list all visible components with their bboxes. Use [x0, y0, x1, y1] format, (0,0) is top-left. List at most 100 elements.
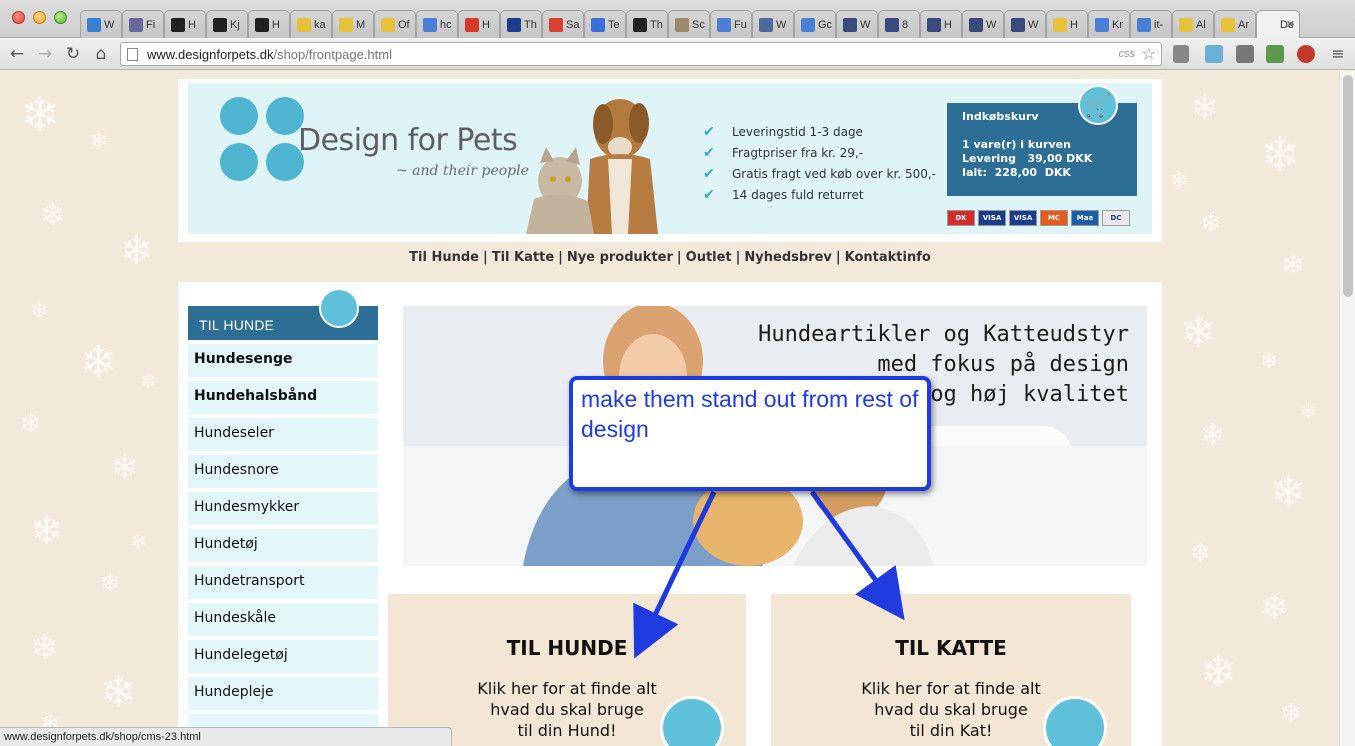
nav-link[interactable]: Til Hunde [409, 250, 479, 265]
sidebar-item[interactable]: Hundeskåle [188, 603, 378, 636]
browser-tab[interactable]: H [248, 10, 290, 38]
nav-link[interactable]: Nye produkter [567, 250, 673, 265]
menu-icon[interactable]: ≡ [1327, 44, 1349, 64]
sidebar-item[interactable]: Hundelegetøj [188, 640, 378, 673]
home-icon[interactable]: ⌂ [90, 44, 112, 64]
cart-icon[interactable]: 🛒 [1078, 85, 1118, 125]
nav-link[interactable]: Nyhedsbrev [744, 250, 831, 265]
browser-tab[interactable]: Ar [1214, 10, 1256, 38]
extension-icon[interactable] [1297, 45, 1315, 63]
browser-tab[interactable]: W [1004, 10, 1046, 38]
address-bar[interactable]: www.designforpets.dk/shop/frontpage.html… [120, 42, 1162, 66]
tab-title: M [356, 18, 366, 31]
browser-tab[interactable]: it- [1130, 10, 1172, 38]
logo-title[interactable]: Design for Pets [298, 123, 518, 158]
forward-arrow-icon[interactable]: → [34, 44, 56, 64]
snowflake-icon: ❄ [1260, 588, 1289, 628]
checkmark-icon: ✔ [703, 186, 715, 203]
browser-tab[interactable]: Th [500, 10, 542, 38]
reload-icon[interactable]: ↻ [62, 44, 84, 64]
browser-tab[interactable]: W [962, 10, 1004, 38]
scrollbar-thumb[interactable] [1343, 75, 1353, 297]
tab-title: W [860, 18, 871, 31]
sidebar-item[interactable]: Hundepleje [188, 677, 378, 710]
browser-tab[interactable]: Al [1172, 10, 1214, 38]
browser-tab[interactable]: W [80, 10, 122, 38]
browser-tab[interactable]: 8 [878, 10, 920, 38]
payment-card-icon: VISA [1009, 210, 1037, 226]
browser-tab[interactable]: H [164, 10, 206, 38]
browser-tab[interactable]: ka [290, 10, 332, 38]
vertical-scrollbar[interactable] [1339, 71, 1355, 746]
annotation-text: make them stand out from rest of design [581, 386, 919, 442]
shopping-cart-box[interactable]: 🛒 Indkøbskurv 1 vare(r) i kurven Leverin… [947, 85, 1137, 196]
browser-tab[interactable]: M [332, 10, 374, 38]
tab-title: H [188, 18, 196, 31]
tab-title: Kj [230, 18, 240, 31]
usp-item: ✔ Gratis fragt ved køb over kr. 500,- [703, 163, 936, 184]
sidebar-item[interactable]: Hundetøj [188, 529, 378, 562]
sidebar-item[interactable]: Hundesmykker [188, 492, 378, 525]
wrench-icon[interactable] [1173, 45, 1189, 63]
bookmark-star-icon[interactable]: ☆ [1142, 44, 1156, 63]
sidebar-item[interactable]: Hundeseler [188, 418, 378, 451]
snowflake-icon: ❄ [1260, 349, 1279, 374]
browser-tab[interactable]: Sa [542, 10, 584, 38]
tab-title: Th [524, 18, 537, 31]
browser-tab[interactable]: Kj [206, 10, 248, 38]
tab-favicon-icon [801, 17, 815, 32]
tab-strip: W Fi H Kj Hka M Of hc H Th Sa Te Th Sc Fu W Gc W 8 H W W H Kr it… [80, 10, 1300, 38]
back-arrow-icon[interactable]: ← [6, 44, 28, 64]
snowflake-icon: ❄ [1280, 699, 1302, 729]
promo-cats-heading: TIL KATTE [895, 636, 1007, 660]
browser-tab[interactable]: De ✕ [1256, 10, 1300, 38]
snowflake-icon: ❄ [100, 569, 121, 597]
sidebar-item[interactable]: Hundesenge [188, 344, 378, 377]
nav-link[interactable]: Outlet [686, 250, 732, 265]
browser-tab[interactable]: H [458, 10, 500, 38]
tab-title: Th [650, 18, 663, 31]
promo-dogs[interactable]: TIL HUNDE Klik her for at finde alt hvad … [388, 594, 746, 746]
browser-tab[interactable]: Fi [122, 10, 164, 38]
extension-icon[interactable] [1266, 45, 1284, 63]
usp-text: 14 dages fuld returret [732, 187, 864, 202]
css-extension-label[interactable]: css [1119, 48, 1136, 60]
browser-tab[interactable]: Th [626, 10, 668, 38]
tab-favicon-icon [1137, 17, 1151, 32]
browser-tab[interactable]: Kr [1088, 10, 1130, 38]
browser-tab[interactable]: Fu [710, 10, 752, 38]
browser-tab-bar: W Fi H Kj Hka M Of hc H Th Sa Te Th Sc Fu W Gc W 8 H W W H Kr it… [0, 0, 1355, 38]
window-minimize-button[interactable] [33, 11, 46, 24]
sidebar-item[interactable]: Hundetransport [188, 566, 378, 599]
extension-icon[interactable] [1236, 45, 1254, 63]
window-close-button[interactable] [12, 11, 25, 24]
tab-title: W [776, 18, 787, 31]
tab-title: it- [1154, 18, 1164, 31]
tab-close-icon[interactable]: ✕ [1286, 18, 1295, 31]
browser-tab[interactable]: W [836, 10, 878, 38]
browser-tab[interactable]: Gc [794, 10, 836, 38]
tab-title: W [986, 18, 997, 31]
sidebar-item[interactable]: Hundehalsbånd [188, 381, 378, 414]
browser-tab[interactable]: H [1046, 10, 1088, 38]
sidebar-item[interactable]: Hundesnore [188, 455, 378, 488]
snowflake-icon: ❄ [1190, 88, 1219, 128]
browser-tab[interactable]: H [920, 10, 962, 38]
browser-tab[interactable]: Sc [668, 10, 710, 38]
browser-tab[interactable]: hc [416, 10, 458, 38]
sidebar: TIL HUNDE Hundesenge Hundehalsbånd Hundese… [188, 288, 378, 746]
payment-card-icon: DC [1102, 210, 1130, 226]
promo-cats[interactable]: TIL KATTE Klik her for at finde alt hvad … [771, 594, 1131, 746]
nav-link[interactable]: Til Katte [492, 250, 554, 265]
browser-tab[interactable]: W [752, 10, 794, 38]
tab-favicon-icon [339, 17, 353, 32]
snowflake-icon: ❄ [1200, 647, 1237, 698]
extension-icon[interactable] [1205, 45, 1223, 63]
browser-tab[interactable]: Of [374, 10, 416, 38]
sidebar-title: TIL HUNDE [199, 317, 275, 333]
browser-tab[interactable]: Te [584, 10, 626, 38]
content-area: TIL HUNDE Hundesenge Hundehalsbånd Hundese… [178, 282, 1162, 746]
window-zoom-button[interactable] [54, 11, 67, 24]
nav-link[interactable]: Kontaktinfo [845, 250, 931, 265]
payment-cards: DK VISA VISA MC Mae DC [947, 210, 1130, 226]
